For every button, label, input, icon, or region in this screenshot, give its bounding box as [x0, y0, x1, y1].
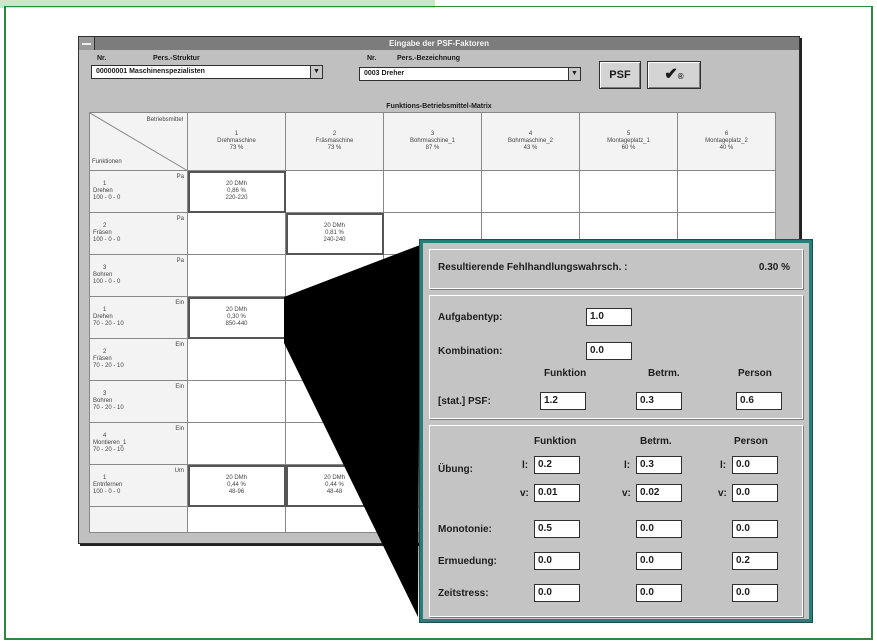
aufgabentyp-input[interactable]: 1.0	[586, 308, 632, 326]
l-prefix: l:	[720, 460, 727, 471]
uebung-l-funktion-input[interactable]: 0.2	[534, 456, 580, 474]
col-funktion-header: Funktion	[544, 368, 587, 379]
uebung-v-funktion-input[interactable]: 0.01	[534, 484, 580, 502]
l-prefix: l:	[522, 460, 529, 471]
monotonie-betrm-input[interactable]: 0.0	[636, 520, 682, 538]
monotonie-label: Monotonie:	[438, 524, 492, 535]
col-betrm-header: Betrm.	[648, 368, 680, 379]
factors-section: Funktion Betrm. Person Übung: l: 0.2 l: …	[429, 425, 803, 617]
ermuedung-betrm-input[interactable]: 0.0	[636, 552, 682, 570]
l-prefix: l:	[624, 460, 631, 471]
psf-section: Aufgabentyp: 1.0 Kombination: 0.0 Funkti…	[429, 295, 803, 419]
uebung-l-betrm-input[interactable]: 0.3	[636, 456, 682, 474]
kombination-input[interactable]: 0.0	[586, 342, 632, 360]
v-prefix: v:	[718, 488, 727, 499]
v-prefix: v:	[622, 488, 631, 499]
zeitstress-person-input[interactable]: 0.0	[732, 584, 778, 602]
stat-psf-funktion-input[interactable]: 1.2	[540, 392, 586, 410]
stat-psf-betrm-input[interactable]: 0.3	[636, 392, 682, 410]
ermuedung-funktion-input[interactable]: 0.0	[534, 552, 580, 570]
ermuedung-label: Ermuedung:	[438, 556, 497, 567]
monotonie-person-input[interactable]: 0.0	[732, 520, 778, 538]
uebung-v-person-input[interactable]: 0.0	[732, 484, 778, 502]
result-section: Resultierende Fehlhandlungswahrsch. : 0.…	[429, 249, 803, 289]
col-person-header-2: Person	[734, 436, 768, 447]
monotonie-funktion-input[interactable]: 0.5	[534, 520, 580, 538]
uebung-v-betrm-input[interactable]: 0.02	[636, 484, 682, 502]
aufgabentyp-label: Aufgabentyp:	[438, 312, 503, 323]
col-funktion-header-2: Funktion	[534, 436, 577, 447]
stat-psf-person-input[interactable]: 0.6	[736, 392, 782, 410]
result-value: 0.30 %	[758, 262, 790, 273]
stat-psf-label: [stat.] PSF:	[438, 396, 491, 407]
uebung-label: Übung:	[438, 464, 473, 475]
kombination-label: Kombination:	[438, 346, 503, 357]
v-prefix: v:	[520, 488, 529, 499]
col-betrm-header-2: Betrm.	[640, 436, 672, 447]
result-label: Resultierende Fehlhandlungswahrsch. :	[438, 262, 628, 273]
col-person-header: Person	[738, 368, 772, 379]
zeitstress-label: Zeitstress:	[438, 588, 489, 599]
zeitstress-funktion-input[interactable]: 0.0	[534, 584, 580, 602]
ermuedung-person-input[interactable]: 0.2	[732, 552, 778, 570]
uebung-l-person-input[interactable]: 0.0	[732, 456, 778, 474]
zeitstress-betrm-input[interactable]: 0.0	[636, 584, 682, 602]
psf-detail-panel: Resultierende Fehlhandlungswahrsch. : 0.…	[420, 240, 812, 622]
